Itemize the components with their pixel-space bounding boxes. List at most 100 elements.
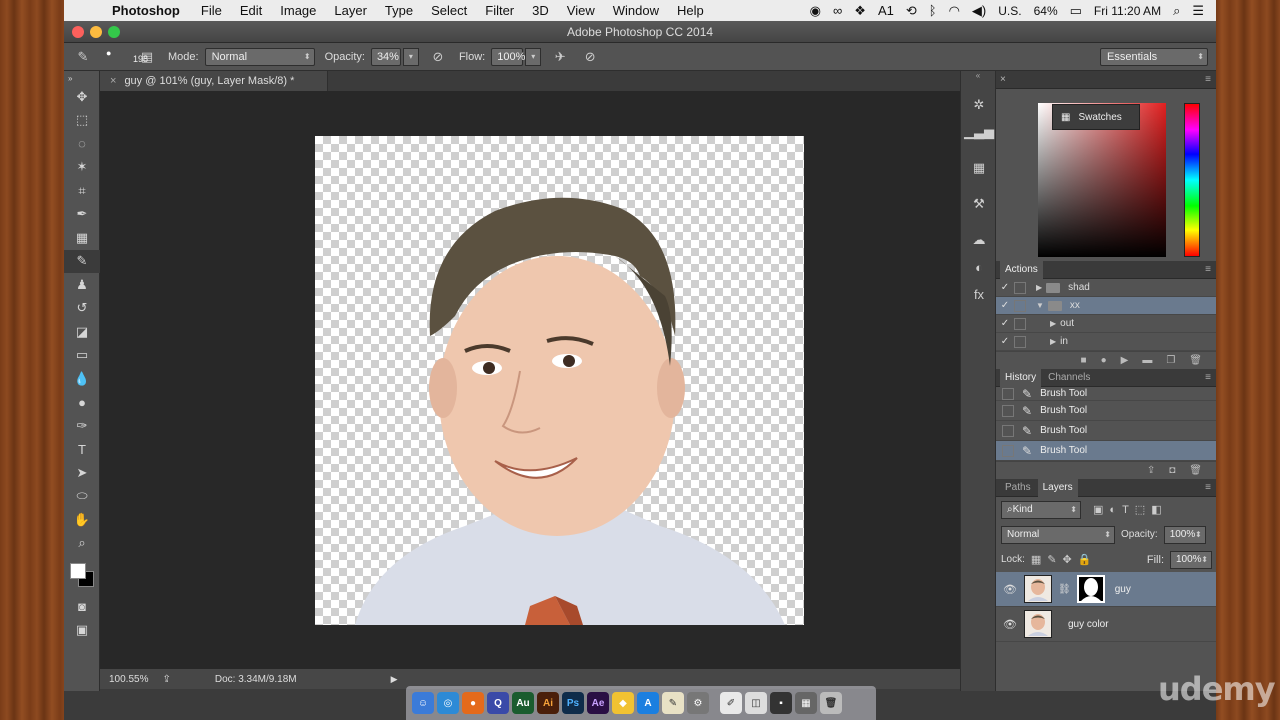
filter-pixel-icon[interactable]: ▣ xyxy=(1093,503,1103,516)
textedit-icon[interactable]: ✐ xyxy=(720,692,742,714)
hand-tool-icon[interactable]: ✋ xyxy=(64,508,100,532)
wifi-icon[interactable]: ◠ xyxy=(949,3,960,19)
filter-shape-icon[interactable]: ⬚ xyxy=(1135,503,1145,516)
foreground-color-swatch[interactable] xyxy=(70,563,86,579)
visibility-eye-icon[interactable]: 👁 xyxy=(996,618,1024,631)
finder-icon[interactable]: ☺ xyxy=(412,692,434,714)
new-set-icon[interactable]: ▬ xyxy=(1142,355,1152,366)
layer-row-guy[interactable]: 👁 ⛓ guy xyxy=(996,572,1216,607)
gradient-tool-icon[interactable]: ▭ xyxy=(64,344,100,368)
new-document-from-state-icon[interactable]: ⇪ xyxy=(1147,465,1155,476)
ellipse-tool-icon[interactable]: ⬭ xyxy=(64,485,100,509)
system-preferences-icon[interactable]: ⚙ xyxy=(687,692,709,714)
healing-brush-tool-icon[interactable]: ▦ xyxy=(64,226,100,250)
new-action-icon[interactable]: ❐ xyxy=(1166,355,1175,366)
menu-3d[interactable]: 3D xyxy=(532,3,549,18)
flow-input[interactable]: 100% xyxy=(491,47,525,66)
close-document-icon[interactable]: × xyxy=(110,75,116,87)
layer-filter-select[interactable]: ⌕ Kind xyxy=(1001,500,1081,519)
eyedropper-tool-icon[interactable]: ✒ xyxy=(64,203,100,227)
pressure-opacity-icon[interactable]: ⊘ xyxy=(427,46,449,68)
firefox-icon[interactable]: ● xyxy=(462,692,484,714)
clone-stamp-tool-icon[interactable]: ♟ xyxy=(64,273,100,297)
history-snapshot-box[interactable] xyxy=(1002,444,1014,457)
magic-wand-tool-icon[interactable]: ✶ xyxy=(64,156,100,180)
swatches-flyout[interactable]: ▦ Swatches xyxy=(1052,104,1140,130)
marquee-tool-icon[interactable]: ⬚ xyxy=(64,109,100,133)
lock-position-icon[interactable]: ✥ xyxy=(1063,553,1072,566)
history-row[interactable]: ✎ Brush Tool xyxy=(996,421,1216,441)
dropbox-icon[interactable]: ❖ xyxy=(854,3,866,19)
action-row-in[interactable]: ✓ ▶ in xyxy=(996,333,1216,351)
type-tool-icon[interactable]: T xyxy=(64,438,100,462)
expand-arrow-icon[interactable]: ▶ xyxy=(1050,337,1056,346)
notes-icon[interactable]: ✎ xyxy=(662,692,684,714)
minimize-window-button[interactable] xyxy=(90,26,102,38)
opacity-input[interactable]: 34% xyxy=(370,47,401,66)
history-row[interactable]: ✎ Brush Tool xyxy=(996,401,1216,421)
menu-view[interactable]: View xyxy=(567,3,595,18)
workspace-select[interactable]: Essentials xyxy=(1100,47,1208,66)
time-machine-icon[interactable]: ⟲ xyxy=(906,3,917,19)
terminal-icon[interactable]: ▪ xyxy=(770,692,792,714)
expand-arrow-icon[interactable]: ▶ xyxy=(1036,283,1042,292)
path-selection-tool-icon[interactable]: ➤ xyxy=(64,461,100,485)
zoom-tool-icon[interactable]: ⌕ xyxy=(64,532,100,556)
history-snapshot-box[interactable] xyxy=(1002,387,1014,400)
adjustments-panel-icon[interactable]: ◐ xyxy=(961,255,997,279)
battery-percent[interactable]: 64% xyxy=(1034,4,1058,18)
histogram-panel-icon[interactable]: ▁▃▅ xyxy=(961,120,997,144)
clock[interactable]: Fri 11:20 AM xyxy=(1094,4,1161,18)
properties-panel-icon[interactable]: ▦ xyxy=(961,156,997,180)
lock-transparent-icon[interactable]: ▦ xyxy=(1031,553,1041,566)
opacity-slider-toggle[interactable]: ▾ xyxy=(402,47,419,66)
menu-type[interactable]: Type xyxy=(385,3,413,18)
close-window-button[interactable] xyxy=(72,26,84,38)
play-icon[interactable]: ▶ xyxy=(1121,355,1129,366)
creative-cloud-icon[interactable]: ∞ xyxy=(833,3,842,18)
maximize-window-button[interactable] xyxy=(108,26,120,38)
app-store-icon[interactable]: A xyxy=(637,692,659,714)
layer-opacity-input[interactable]: 100% xyxy=(1163,525,1206,544)
preview-icon[interactable]: ◫ xyxy=(745,692,767,714)
trash-icon[interactable]: 🗑 xyxy=(820,692,842,714)
tools-collapse-icon[interactable]: » xyxy=(64,71,100,85)
document-size[interactable]: Doc: 3.34M/9.18M xyxy=(215,674,297,685)
tab-channels[interactable]: Channels xyxy=(1043,369,1095,387)
tab-paths[interactable]: Paths xyxy=(1000,479,1036,497)
pen-tool-icon[interactable]: ✑ xyxy=(64,414,100,438)
action-row-xx[interactable]: ✓ ▼ xx xyxy=(996,297,1216,315)
record-icon[interactable]: ◉ xyxy=(810,3,821,19)
photoshop-icon[interactable]: Ps xyxy=(562,692,584,714)
history-snapshot-box[interactable] xyxy=(1002,404,1014,417)
tab-actions[interactable]: Actions xyxy=(1000,260,1043,279)
action-enabled-check[interactable]: ✓ xyxy=(996,282,1014,293)
layer-thumbnail[interactable] xyxy=(1024,575,1052,603)
flow-slider-toggle[interactable]: ▾ xyxy=(525,47,542,66)
tool-presets-panel-icon[interactable]: ⚒ xyxy=(961,192,997,216)
menu-image[interactable]: Image xyxy=(280,3,316,18)
blur-tool-icon[interactable]: 💧 xyxy=(64,367,100,391)
layer-fill-input[interactable]: 100% xyxy=(1170,550,1212,569)
quick-mask-icon[interactable]: ◙ xyxy=(64,595,100,619)
menu-filter[interactable]: Filter xyxy=(485,3,514,18)
menu-layer[interactable]: Layer xyxy=(334,3,367,18)
action-enabled-check[interactable]: ✓ xyxy=(996,300,1014,311)
sketch-icon[interactable]: ◆ xyxy=(612,692,634,714)
record-action-icon[interactable]: ● xyxy=(1101,355,1107,366)
blend-mode-select[interactable]: Normal xyxy=(1001,525,1115,544)
audition-icon[interactable]: Au xyxy=(512,692,534,714)
actions-panel-menu-icon[interactable]: ≡ xyxy=(1205,264,1211,275)
mode-select[interactable]: Normal xyxy=(204,47,315,66)
dodge-tool-icon[interactable]: ● xyxy=(64,391,100,415)
airbrush-icon[interactable]: ✈ xyxy=(549,46,571,68)
action-row-shad[interactable]: ✓ ▶ shad xyxy=(996,279,1216,297)
pressure-size-icon[interactable]: ⊘ xyxy=(579,46,601,68)
menu-edit[interactable]: Edit xyxy=(240,3,262,18)
menu-app-name[interactable]: Photoshop xyxy=(112,3,180,18)
color-panel-menu-icon[interactable]: ≡ xyxy=(1205,74,1211,85)
spotlight-search-icon[interactable]: ⌕ xyxy=(1173,3,1180,19)
action-dialog-toggle[interactable] xyxy=(1014,299,1026,312)
visibility-eye-icon[interactable]: 👁 xyxy=(996,583,1024,596)
volume-icon[interactable]: ◀) xyxy=(972,3,986,19)
